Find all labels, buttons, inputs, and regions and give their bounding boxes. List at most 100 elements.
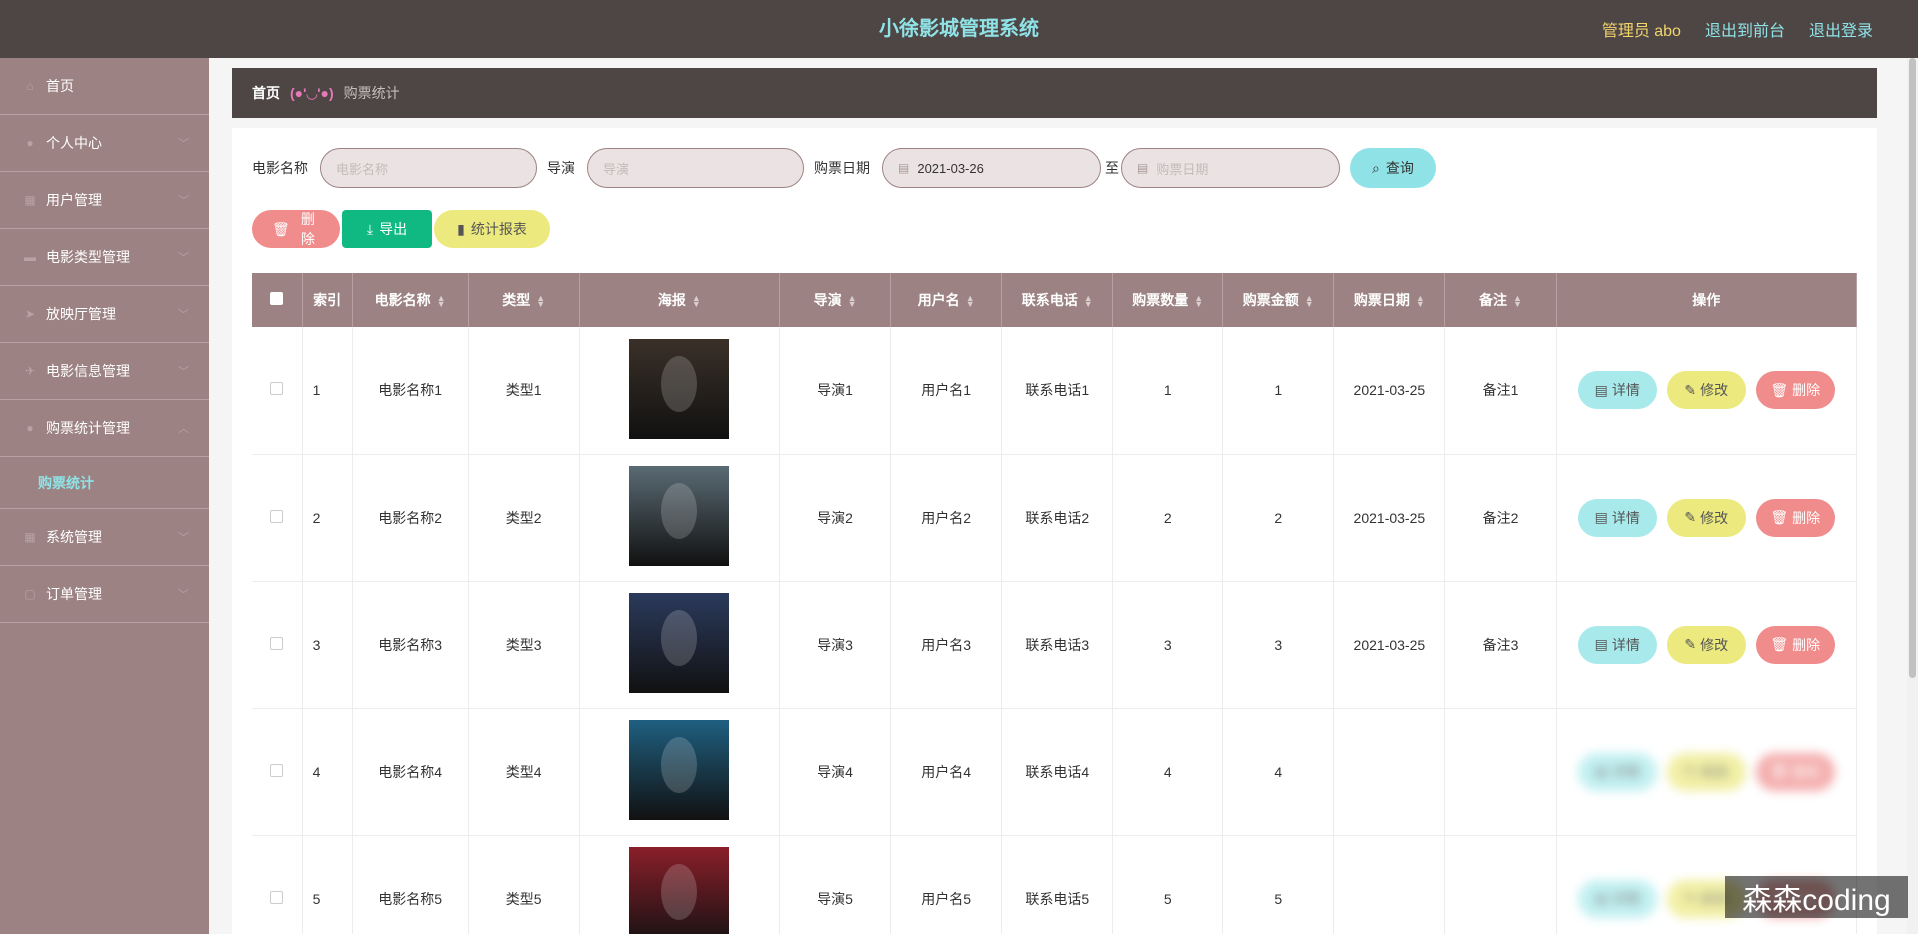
cell-date	[1333, 835, 1446, 934]
cell-note	[1444, 708, 1557, 836]
sidebar-item-label: 首页	[46, 78, 74, 94]
sidebar-item-system[interactable]: ▦ 系统管理 ﹀	[0, 509, 209, 566]
row-delete-button[interactable]: 🗑删除	[1755, 371, 1835, 410]
sidebar-item-movie-info[interactable]: ✈ 电影信息管理 ﹀	[0, 343, 209, 400]
pencil-icon: ✎	[1684, 509, 1697, 525]
column-header-type[interactable]: 类型 ▲ ▼	[468, 273, 580, 327]
sidebar-subitem-ticket-stats[interactable]: 购票统计	[0, 457, 209, 509]
sidebar-item-label: 个人中心	[46, 135, 102, 151]
sort-icon: ▲ ▼	[1083, 293, 1093, 310]
bulk-delete-button[interactable]: 🗑 删除	[252, 210, 340, 248]
scrollbar-thumb[interactable]	[1909, 58, 1916, 678]
sidebar-item-halls[interactable]: ➤ 放映厅管理 ﹀	[0, 286, 209, 343]
cell-note	[1444, 835, 1557, 934]
cell-note: 备注1	[1444, 327, 1557, 455]
movie-poster-image[interactable]	[629, 720, 730, 820]
sidebar-item-profile[interactable]: ● 个人中心 ﹀	[0, 115, 209, 172]
breadcrumb: 首页 (●'◡'●) 购票统计	[232, 68, 1877, 118]
row-actions: ▤详情 ✎修改 🗑删除	[1557, 498, 1856, 537]
director-label: 导演	[547, 160, 575, 176]
chevron-down-icon: ﹀	[178, 138, 189, 150]
column-header-note[interactable]: 备注 ▲ ▼	[1444, 273, 1557, 327]
report-label: 统计报表	[470, 221, 527, 237]
cell-phone: 联系电话4	[1001, 708, 1114, 836]
row-actions: ▤详情 ✎修改 🗑删除	[1557, 752, 1856, 791]
date-end-input[interactable]: ▤ 购票日期	[1121, 148, 1340, 188]
cell-actions: ▤详情 ✎修改 🗑删除	[1556, 708, 1858, 836]
document-icon: ▤	[1594, 763, 1608, 779]
movie-poster-image[interactable]	[629, 466, 730, 566]
row-detail-button[interactable]: ▤ 详情	[1577, 752, 1657, 791]
row-checkbox[interactable]	[270, 636, 284, 650]
column-header-quantity[interactable]: 购票数量 ▲ ▼	[1112, 273, 1224, 327]
column-header-amount[interactable]: 购票金额 ▲ ▼	[1222, 273, 1335, 327]
pencil-icon: ✎	[1684, 763, 1697, 779]
movie-poster-image[interactable]	[629, 338, 730, 439]
row-detail-button[interactable]: ▤ 详情	[1577, 879, 1657, 918]
director-input[interactable]: 导演	[587, 148, 804, 188]
date-start-input[interactable]: ▤ 2021-03-26	[882, 148, 1101, 188]
sidebar-item-ticket-stats[interactable]: ● 购票统计管理 ︿	[0, 400, 209, 457]
row-detail-button[interactable]: ▤ 详情	[1577, 371, 1657, 410]
page-scrollbar[interactable]	[1907, 58, 1918, 934]
column-header-director[interactable]: 导演 ▲ ▼	[779, 273, 892, 327]
row-edit-button[interactable]: ✎ 修改	[1666, 752, 1746, 791]
cell-date: 2021-03-25	[1333, 581, 1446, 709]
table-row: 1 电影名称1 类型1 导演1 用户名1 联系电话1 1 1 2021-03-25 备注1 ▤ 详情…	[252, 327, 1858, 455]
column-header-username[interactable]: 用户名 ▲ ▼	[890, 273, 1003, 327]
exit-to-front-link[interactable]: 退出到前台	[1705, 17, 1785, 41]
movie-poster-image[interactable]	[629, 847, 730, 934]
row-checkbox[interactable]	[270, 763, 284, 777]
query-button[interactable]: ⌕ 查询	[1350, 148, 1436, 188]
column-header-label: 类型	[502, 292, 531, 308]
pencil-icon: ✎	[1684, 636, 1697, 652]
row-checkbox[interactable]	[270, 890, 284, 904]
logout-link[interactable]: 退出登录	[1809, 17, 1873, 41]
query-button-label: 查询	[1385, 160, 1414, 176]
row-delete-button[interactable]: 🗑删除	[1755, 625, 1835, 664]
movie-poster-image[interactable]	[629, 593, 730, 693]
movie-name-input[interactable]: 电影名称	[320, 148, 537, 188]
row-edit-button[interactable]: ✎ 修改	[1666, 371, 1746, 410]
row-delete-button[interactable]: 🗑删除	[1755, 498, 1835, 537]
column-header-poster[interactable]: 海报 ▲ ▼	[579, 273, 780, 327]
row-detail-button[interactable]: ▤ 详情	[1577, 625, 1657, 664]
breadcrumb-home[interactable]: 首页	[252, 83, 280, 103]
export-button[interactable]: ⤓ 导出	[342, 210, 432, 248]
sidebar: ⌂ 首页 ● 个人中心 ﹀ ▦ 用户管理 ﹀ ▬ 电影类型管理 ﹀ ➤ 放映厅管…	[0, 58, 209, 934]
grid-icon: ▦	[24, 530, 36, 544]
cell-actions: ▤详情 ✎修改 🗑删除	[1556, 327, 1858, 455]
row-detail-button[interactable]: ▤ 详情	[1577, 498, 1657, 537]
breadcrumb-current: 购票统计	[343, 85, 400, 101]
chevron-up-icon: ︿	[178, 423, 189, 435]
sidebar-item-users[interactable]: ▦ 用户管理 ﹀	[0, 172, 209, 229]
row-checkbox[interactable]	[270, 382, 284, 396]
select-all-checkbox[interactable]	[270, 292, 284, 305]
row-checkbox[interactable]	[270, 509, 284, 523]
ticket-stats-table: 索引 电影名称 ▲ ▼ 类型 ▲ ▼ 海报 ▲ ▼ 导演 ▲ ▼ 用户名 ▲ ▼ 联系电话 ▲ ▼ 购票…	[252, 273, 1858, 934]
content-panel: 电影名称 电影名称 导演 导演 购票日期 ▤ 2021-03-26 至 ▤ 购票…	[232, 128, 1877, 934]
row-edit-label: 修改	[1700, 890, 1729, 907]
sidebar-item-movie-types[interactable]: ▬ 电影类型管理 ﹀	[0, 229, 209, 286]
cell-username: 用户名3	[890, 581, 1003, 709]
column-header-date[interactable]: 购票日期 ▲ ▼	[1333, 273, 1446, 327]
cell-type: 类型1	[468, 327, 580, 455]
calendar-icon: ▤	[1137, 161, 1149, 175]
row-select-cell	[252, 581, 303, 709]
action-toolbar: 🗑 删除 ⤓ 导出 ▮ 统计报表	[252, 210, 550, 248]
chevron-down-icon: ﹀	[178, 309, 189, 321]
chevron-down-icon: ﹀	[178, 195, 189, 207]
row-edit-button[interactable]: ✎ 修改	[1666, 625, 1746, 664]
row-delete-button[interactable]: 🗑删除	[1755, 752, 1835, 791]
sidebar-item-home[interactable]: ⌂ 首页	[0, 58, 209, 115]
sidebar-item-orders[interactable]: ▢ 订单管理 ﹀	[0, 566, 209, 623]
cell-actions: ▤详情 ✎修改 🗑删除	[1556, 581, 1858, 709]
row-edit-button[interactable]: ✎ 修改	[1666, 498, 1746, 537]
sort-icon: ▲ ▼	[536, 293, 546, 310]
column-header-movie-name[interactable]: 电影名称 ▲ ▼	[352, 273, 469, 327]
cell-movie-name: 电影名称5	[352, 835, 469, 934]
sidebar-item-label: 电影信息管理	[46, 363, 130, 379]
report-button[interactable]: ▮ 统计报表	[434, 210, 550, 248]
column-header-phone[interactable]: 联系电话 ▲ ▼	[1001, 273, 1114, 327]
cell-poster	[579, 581, 780, 709]
